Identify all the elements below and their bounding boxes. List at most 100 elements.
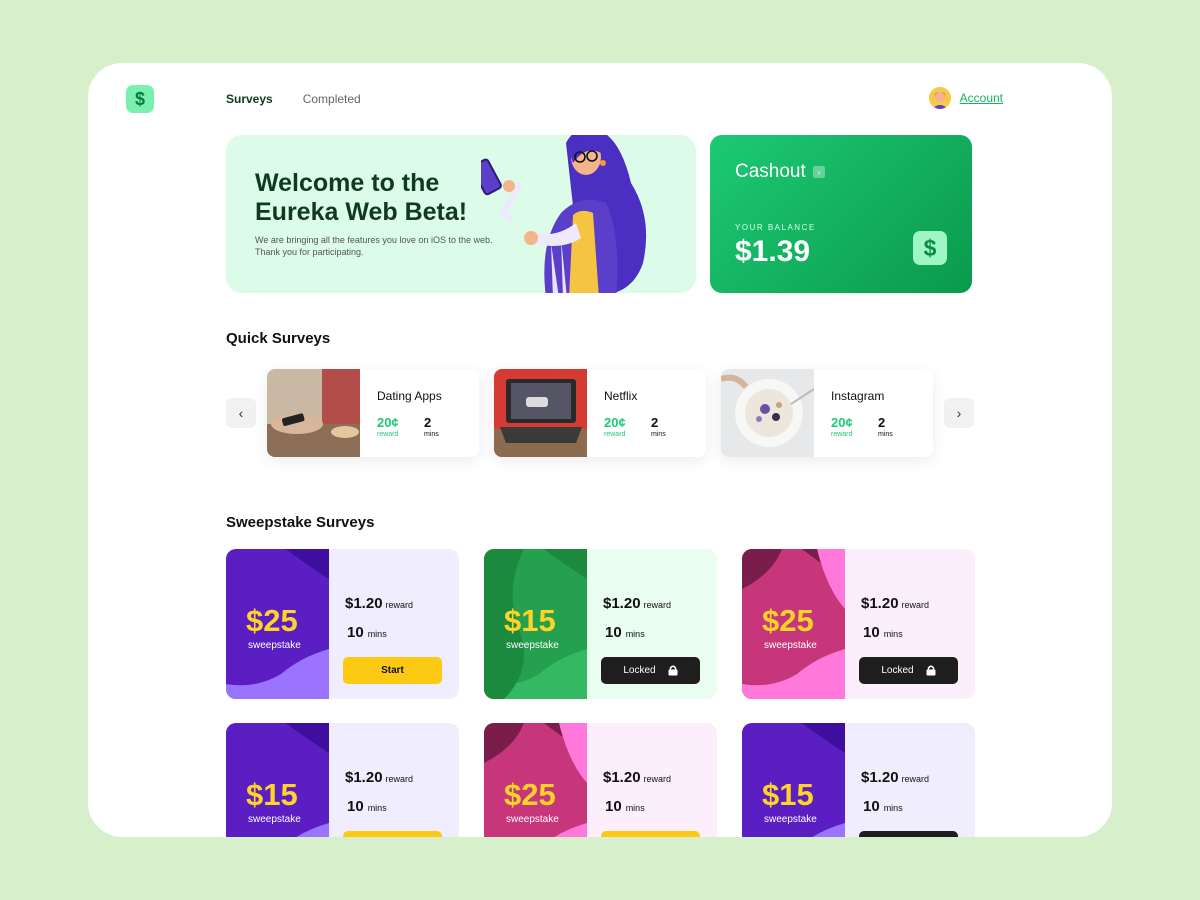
reward-amount: $1.20 — [345, 769, 383, 786]
quick-surveys-title: Quick Surveys — [226, 330, 331, 347]
mins-amount: 10 — [347, 624, 364, 641]
mins-value: 10 mins — [863, 798, 903, 815]
mins-label: mins — [651, 431, 666, 438]
quick-survey-card[interactable]: Instagram 20¢ reward 2 mins — [721, 369, 933, 457]
mins-value: 10 mins — [347, 624, 387, 641]
survey-name: Dating Apps — [377, 389, 442, 403]
reward-amount: $1.20 — [603, 595, 641, 612]
sweepstake-badge: $25 sweepstake — [484, 723, 587, 837]
lock-icon — [926, 665, 936, 676]
reward-amount: $1.20 — [861, 595, 899, 612]
start-button[interactable]: Start — [343, 657, 442, 684]
lock-icon — [668, 665, 678, 676]
sweepstake-card[interactable]: $25 sweepstake $1.20 reward 10 mins Locked — [742, 549, 975, 699]
reward-value: $1.20 reward — [603, 595, 671, 612]
start-button[interactable] — [343, 831, 442, 837]
avatar[interactable] — [928, 87, 951, 109]
reward-unit: reward — [901, 600, 930, 610]
reward-value: $1.20 reward — [603, 769, 671, 786]
woman-with-phone-illustration — [471, 135, 696, 293]
tab-surveys[interactable]: Surveys — [226, 92, 273, 106]
account-menu[interactable]: Account — [928, 87, 1003, 109]
reward-unit: reward — [643, 600, 672, 610]
welcome-title: Welcome to the Eureka Web Beta! — [255, 169, 468, 226]
svg-text:$: $ — [924, 235, 937, 261]
dollar-icon: $ — [913, 231, 947, 265]
sweepstake-amount: $15 — [246, 777, 298, 812]
sweepstake-amount: $25 — [246, 603, 298, 638]
mins-amount: 10 — [347, 798, 364, 815]
sweepstake-card[interactable]: $25 sweepstake $1.20 reward 10 mins — [484, 723, 717, 837]
main-nav: Surveys Completed — [226, 92, 361, 106]
sweepstake-badge: $15 sweepstake — [742, 723, 845, 837]
carousel-prev-button[interactable]: ‹ — [226, 398, 256, 428]
mins-unit: mins — [367, 803, 387, 813]
locked-button[interactable]: Locked — [601, 657, 700, 684]
sweepstake-badge: $15 sweepstake — [226, 723, 329, 837]
app-window: $ Surveys Completed Account Welcome to t… — [88, 63, 1112, 837]
sweepstake-amount: $25 — [762, 603, 814, 638]
mins-unit: mins — [367, 629, 387, 639]
dating-apps-photo — [267, 369, 360, 457]
sweepstake-label: sweepstake — [506, 640, 559, 651]
instagram-photo — [721, 369, 814, 457]
reward-label: reward — [377, 431, 399, 438]
mins-value: 10 mins — [863, 624, 903, 641]
chevron-right-icon: › — [812, 166, 825, 178]
sweepstake-amount: $25 — [504, 777, 556, 812]
mins-amount: 10 — [863, 798, 880, 815]
mins-unit: mins — [625, 803, 645, 813]
dollar-logo-icon[interactable]: $ — [126, 85, 154, 113]
reward-amount: $1.20 — [345, 595, 383, 612]
mins-label: mins — [878, 431, 893, 438]
mins-value: 2 — [878, 415, 886, 430]
reward-value: 20¢ — [377, 415, 399, 430]
sweepstake-card[interactable]: $15 sweepstake $1.20 reward 10 mins Locked — [484, 549, 717, 699]
sweepstake-card[interactable]: $25 sweepstake $1.20 reward 10 mins Start — [226, 549, 459, 699]
reward-unit: reward — [643, 774, 672, 784]
reward-amount: $1.20 — [603, 769, 641, 786]
tab-completed[interactable]: Completed — [303, 92, 361, 106]
sweepstake-label: sweepstake — [764, 814, 817, 825]
start-button[interactable] — [601, 831, 700, 837]
mins-unit: mins — [883, 803, 903, 813]
locked-button[interactable]: Locked — [859, 657, 958, 684]
reward-value: 20¢ — [831, 415, 853, 430]
cashout-title: Cashout — [735, 161, 806, 182]
sweepstake-label: sweepstake — [506, 814, 559, 825]
quick-survey-card[interactable]: Netflix 20¢ reward 2 mins — [494, 369, 706, 457]
sweepstake-surveys-title: Sweepstake Surveys — [226, 514, 375, 531]
account-link[interactable]: Account — [960, 91, 1003, 105]
mins-value: 10 mins — [605, 798, 645, 815]
mins-value: 2 — [424, 415, 432, 430]
sweepstake-label: sweepstake — [248, 814, 301, 825]
reward-amount: $1.20 — [861, 769, 899, 786]
svg-text:$: $ — [135, 89, 145, 109]
netflix-photo — [494, 369, 587, 457]
sweepstake-badge: $15 sweepstake — [484, 549, 587, 699]
sweepstake-label: sweepstake — [248, 640, 301, 651]
welcome-text: We are bringing all the features you lov… — [255, 235, 493, 257]
quick-survey-card[interactable]: Dating Apps 20¢ reward 2 mins — [267, 369, 479, 457]
sweepstake-card[interactable]: $15 sweepstake $1.20 reward 10 mins — [742, 723, 975, 837]
balance-label: YOUR BALANCE — [735, 223, 816, 232]
survey-name: Netflix — [604, 389, 638, 403]
sweepstake-label: sweepstake — [764, 640, 817, 651]
cashout-card: Cashout › YOUR BALANCE $1.39 $ — [710, 135, 972, 293]
sweepstake-card[interactable]: $15 sweepstake $1.20 reward 10 mins — [226, 723, 459, 837]
mins-value: 10 mins — [347, 798, 387, 815]
reward-unit: reward — [901, 774, 930, 784]
balance-value: $1.39 — [735, 235, 811, 268]
locked-button[interactable] — [859, 831, 958, 837]
carousel-next-button[interactable]: › — [944, 398, 974, 428]
mins-value: 10 mins — [605, 624, 645, 641]
mins-amount: 10 — [605, 624, 622, 641]
survey-name: Instagram — [831, 389, 885, 403]
mins-label: mins — [424, 431, 439, 438]
cashout-button[interactable]: Cashout › — [735, 161, 825, 183]
sweepstake-badge: $25 sweepstake — [742, 549, 845, 699]
reward-value: $1.20 reward — [345, 769, 413, 786]
mins-unit: mins — [883, 629, 903, 639]
reward-value: $1.20 reward — [345, 595, 413, 612]
button-label: Locked — [881, 665, 914, 676]
